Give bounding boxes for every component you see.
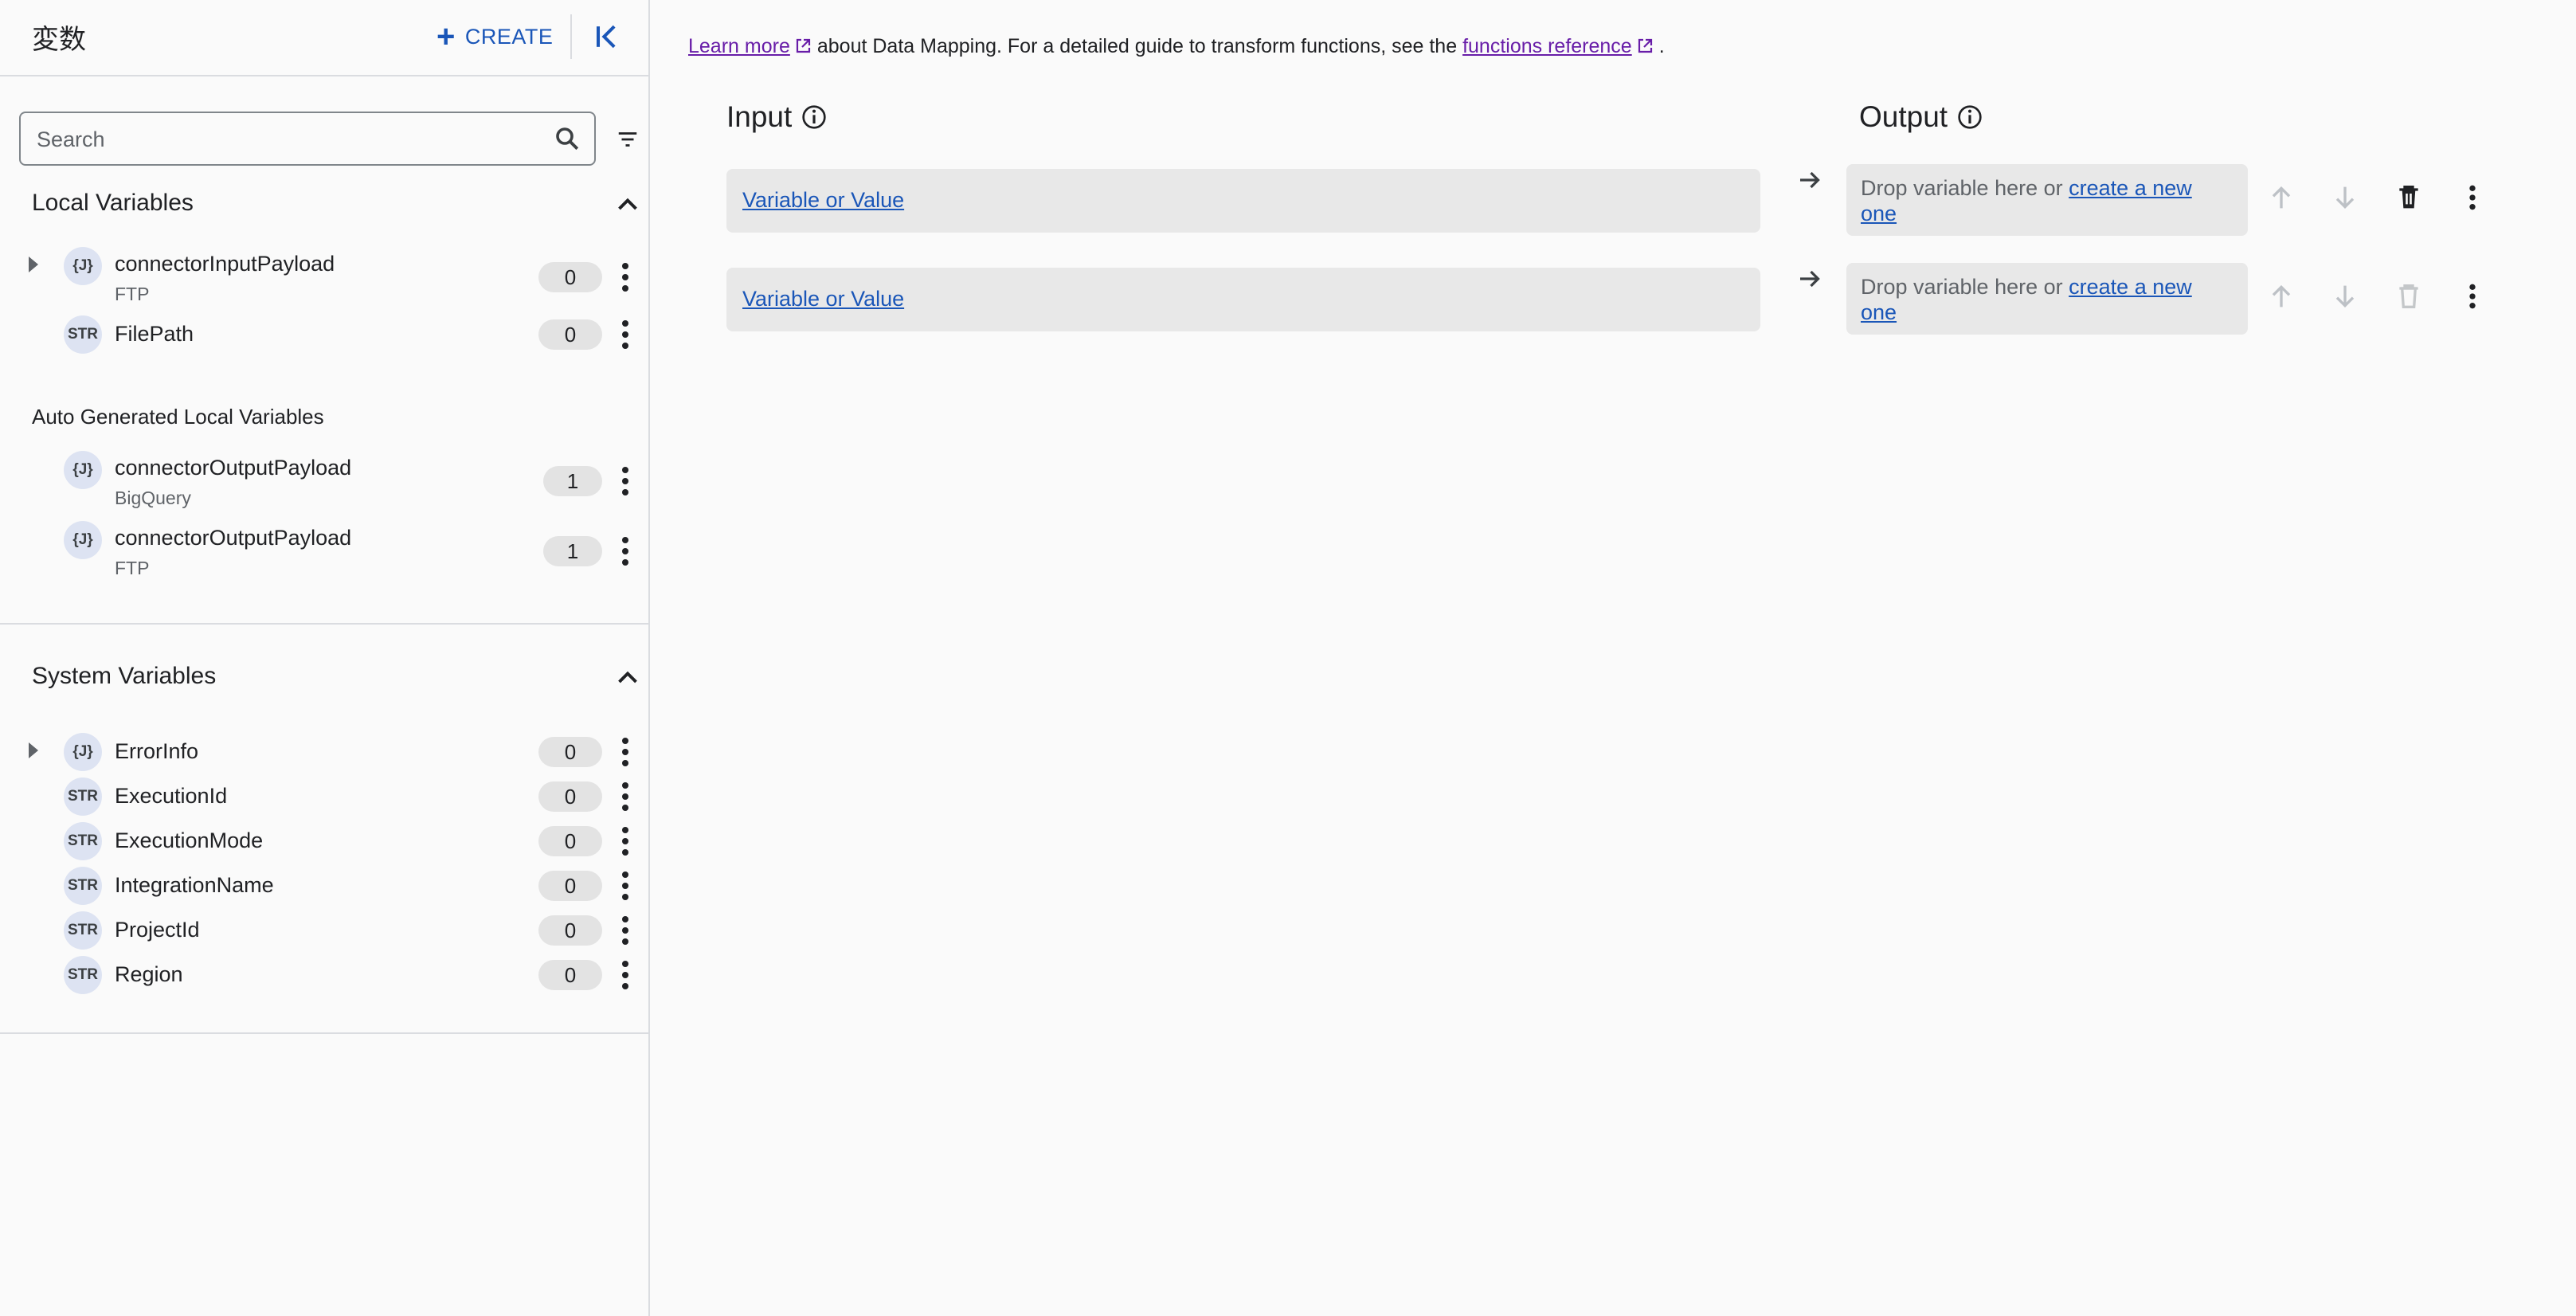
- string-type-badge: STR: [64, 315, 102, 354]
- input-header: Input: [726, 100, 827, 134]
- panel-title: 変数: [32, 25, 86, 55]
- info-text: about Data Mapping. For a detailed guide…: [816, 35, 1458, 57]
- delete-icon[interactable]: [2393, 182, 2425, 213]
- info-icon[interactable]: [801, 104, 827, 130]
- output-drop-zone[interactable]: Drop variable here or create a new one: [1846, 263, 2248, 335]
- input-field[interactable]: Variable or Value: [726, 169, 1760, 233]
- string-type-badge: STR: [64, 956, 102, 994]
- output-title: Output: [1859, 100, 1948, 133]
- usage-count-badge: 0: [538, 871, 602, 901]
- create-button[interactable]: + CREATE: [437, 19, 553, 54]
- variable-name: connectorOutputPayload: [115, 526, 352, 550]
- search-field[interactable]: [19, 112, 596, 166]
- arrow-down-icon[interactable]: [2329, 280, 2361, 312]
- arrow-up-icon[interactable]: [2265, 280, 2297, 312]
- collapse-left-icon[interactable]: [589, 19, 624, 54]
- variable-name: ExecutionMode: [115, 828, 264, 852]
- string-type-badge: STR: [64, 777, 102, 816]
- input-field[interactable]: Variable or Value: [726, 268, 1760, 331]
- input-title: Input: [726, 100, 793, 133]
- drop-hint: Drop variable here or: [1861, 176, 2063, 200]
- variable-name: ExecutionId: [115, 784, 228, 808]
- more-vert-icon[interactable]: [613, 868, 637, 903]
- arrow-up-icon[interactable]: [2265, 182, 2297, 213]
- expand-arrow-icon[interactable]: [25, 739, 41, 762]
- variable-name: connectorOutputPayload: [115, 456, 352, 480]
- search-icon[interactable]: [553, 124, 581, 153]
- functions-reference-link[interactable]: functions reference: [1462, 35, 1632, 57]
- variable-or-value-link[interactable]: Variable or Value: [742, 188, 904, 213]
- more-vert-icon[interactable]: [613, 913, 637, 948]
- usage-count-badge: 0: [538, 960, 602, 990]
- more-vert-icon[interactable]: [613, 464, 637, 499]
- drop-hint: Drop variable here or: [1861, 275, 2063, 299]
- variable-source: FTP: [115, 284, 150, 304]
- learn-more-link[interactable]: Learn more: [688, 35, 790, 57]
- variable-name: connectorInputPayload: [115, 252, 335, 276]
- json-type-badge: {J}: [64, 521, 102, 559]
- auto-generated-title: Auto Generated Local Variables: [32, 405, 324, 429]
- search-input[interactable]: [35, 123, 532, 156]
- data-mapping-info: Learn more about Data Mapping. For a deta…: [688, 35, 1665, 58]
- variable-source: BigQuery: [115, 488, 191, 508]
- panel-header: 変数 + CREATE: [0, 0, 648, 76]
- arrow-down-icon[interactable]: [2329, 182, 2361, 213]
- output-header: Output: [1859, 100, 1983, 134]
- system-variables-title: System Variables: [32, 663, 217, 689]
- variable-name: Region: [115, 962, 183, 986]
- variable-name: FilePath: [115, 322, 194, 346]
- more-vert-icon[interactable]: [613, 779, 637, 814]
- usage-count-badge: 0: [538, 319, 602, 350]
- variable-name: ProjectId: [115, 918, 200, 942]
- usage-count-badge: 1: [543, 536, 602, 566]
- more-vert-icon[interactable]: [2457, 280, 2488, 312]
- create-label: CREATE: [464, 24, 554, 49]
- more-vert-icon[interactable]: [613, 824, 637, 859]
- more-vert-icon[interactable]: [613, 958, 637, 993]
- arrow-right-icon: [1800, 270, 1820, 288]
- string-type-badge: STR: [64, 867, 102, 905]
- expand-arrow-icon[interactable]: [25, 253, 41, 276]
- json-type-badge: {J}: [64, 451, 102, 489]
- json-type-badge: {J}: [64, 247, 102, 285]
- usage-count-badge: 0: [538, 737, 602, 767]
- variable-or-value-link[interactable]: Variable or Value: [742, 287, 904, 311]
- section-divider: [0, 1032, 648, 1034]
- variable-name: ErrorInfo: [115, 739, 199, 763]
- more-vert-icon[interactable]: [613, 260, 637, 295]
- output-drop-zone[interactable]: Drop variable here or create a new one: [1846, 164, 2248, 236]
- variables-panel: 変数 + CREATE Local Variables {J} connecto…: [0, 0, 650, 1316]
- more-vert-icon[interactable]: [613, 317, 637, 352]
- local-variables-title: Local Variables: [32, 190, 194, 216]
- usage-count-badge: 0: [538, 826, 602, 856]
- delete-icon[interactable]: [2393, 280, 2425, 312]
- filter-icon[interactable]: [615, 127, 640, 151]
- variable-source: FTP: [115, 558, 150, 578]
- more-vert-icon[interactable]: [613, 534, 637, 569]
- more-vert-icon[interactable]: [2457, 182, 2488, 213]
- json-type-badge: {J}: [64, 733, 102, 771]
- external-link-icon: [1638, 38, 1652, 53]
- string-type-badge: STR: [64, 822, 102, 860]
- variable-name: IntegrationName: [115, 873, 274, 897]
- section-divider: [0, 623, 648, 625]
- usage-count-badge: 1: [543, 466, 602, 496]
- chevron-up-icon[interactable]: [613, 190, 642, 218]
- external-link-icon: [796, 38, 810, 53]
- plus-icon: +: [437, 19, 456, 54]
- more-vert-icon[interactable]: [613, 734, 637, 770]
- string-type-badge: STR: [64, 911, 102, 950]
- info-icon[interactable]: [1957, 104, 1983, 130]
- usage-count-badge: 0: [538, 781, 602, 812]
- usage-count-badge: 0: [538, 915, 602, 946]
- header-divider: [570, 14, 572, 59]
- arrow-right-icon: [1800, 171, 1820, 189]
- info-end: .: [1658, 35, 1665, 57]
- chevron-up-icon[interactable]: [613, 663, 642, 691]
- usage-count-badge: 0: [538, 262, 602, 292]
